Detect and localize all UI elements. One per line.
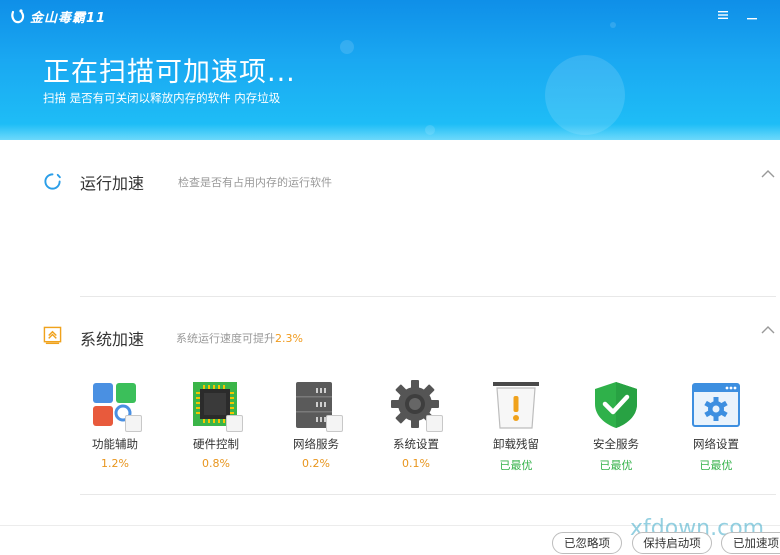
shield-check-icon <box>591 380 641 430</box>
keep-startup-button[interactable]: 保持启动项 <box>632 532 712 554</box>
select-checkbox[interactable] <box>426 415 443 432</box>
trash-warning-icon <box>491 380 541 430</box>
item-label: 安全服务 <box>593 437 639 451</box>
speed-up-icon <box>43 326 62 345</box>
item-system-settings[interactable]: 系统设置 0.1% <box>376 380 456 470</box>
speedup-items: 功能辅助 1.2% 硬件控制 0.8% 网络服务 0.2% 系统设置 0.1% … <box>0 380 780 480</box>
item-value: 1.2% <box>101 457 129 470</box>
section-divider <box>80 296 776 297</box>
scan-subtitle: 扫描 是否有可关闭以释放内存的软件 内存垃圾 <box>43 91 281 105</box>
kingsoft-logo-icon <box>11 8 25 23</box>
header-banner: 金山毒霸11 正在扫描可加速项... 扫描 是否有可关闭以释放内存的软件 内存垃… <box>0 0 780 140</box>
function-assist-icon <box>90 380 142 432</box>
chip-icon <box>191 380 243 432</box>
item-label: 卸载残留 <box>493 437 539 451</box>
accelerated-items-button[interactable]: 已加速项 <box>721 532 780 554</box>
minimize-icon[interactable] <box>744 8 760 24</box>
item-value: 0.8% <box>202 457 230 470</box>
item-uninstall-residue[interactable]: 卸载残留 已最优 <box>476 380 556 473</box>
item-network-settings[interactable]: 网络设置 已最优 <box>676 380 756 473</box>
item-label: 系统设置 <box>393 437 439 451</box>
item-security-service[interactable]: 安全服务 已最优 <box>576 380 656 473</box>
item-network-service[interactable]: 网络服务 0.2% <box>276 380 356 470</box>
ignored-items-button[interactable]: 已忽略项 <box>552 532 622 554</box>
item-value: 已最优 <box>499 459 533 472</box>
decor-bubble <box>545 55 625 135</box>
collapse-chevron-icon[interactable] <box>760 168 776 180</box>
item-function-assist[interactable]: 功能辅助 1.2% <box>75 380 155 470</box>
speedup-desc-prefix: 系统运行速度可提升 <box>176 332 275 345</box>
item-value: 已最优 <box>599 459 633 472</box>
network-settings-icon <box>691 380 741 430</box>
select-checkbox[interactable] <box>125 415 142 432</box>
gear-icon <box>391 380 443 432</box>
item-label: 网络服务 <box>293 437 339 451</box>
section-divider <box>80 494 776 495</box>
item-value: 0.2% <box>302 457 330 470</box>
decor-bubble <box>610 22 616 28</box>
item-label: 网络设置 <box>693 437 739 451</box>
item-value: 已最优 <box>699 459 733 472</box>
item-label: 功能辅助 <box>92 437 138 451</box>
page-title: 正在扫描可加速项... <box>43 57 296 88</box>
section-desc-system: 系统运行速度可提升2.3% <box>176 330 303 346</box>
select-checkbox[interactable] <box>326 415 343 432</box>
spinner-icon <box>44 173 61 190</box>
speedup-percent: 2.3% <box>275 332 303 345</box>
section-title-running: 运行加速 <box>80 174 145 193</box>
item-hardware-control[interactable]: 硬件控制 0.8% <box>176 380 256 470</box>
item-value: 0.1% <box>402 457 430 470</box>
collapse-chevron-icon[interactable] <box>760 324 776 336</box>
select-checkbox[interactable] <box>226 415 243 432</box>
section-title-system: 系统加速 <box>80 330 145 349</box>
decor-bubble <box>340 40 354 54</box>
hamburger-menu-icon[interactable] <box>715 8 731 24</box>
header-wave <box>0 124 780 140</box>
server-icon <box>291 380 343 432</box>
app-logo: 金山毒霸11 <box>10 7 106 26</box>
section-desc-running: 检查是否有占用内存的运行软件 <box>178 176 332 189</box>
app-window: 金山毒霸11 正在扫描可加速项... 扫描 是否有可关闭以释放内存的软件 内存垃… <box>0 0 780 555</box>
item-label: 硬件控制 <box>193 437 239 451</box>
app-title: 金山毒霸11 <box>30 11 107 26</box>
